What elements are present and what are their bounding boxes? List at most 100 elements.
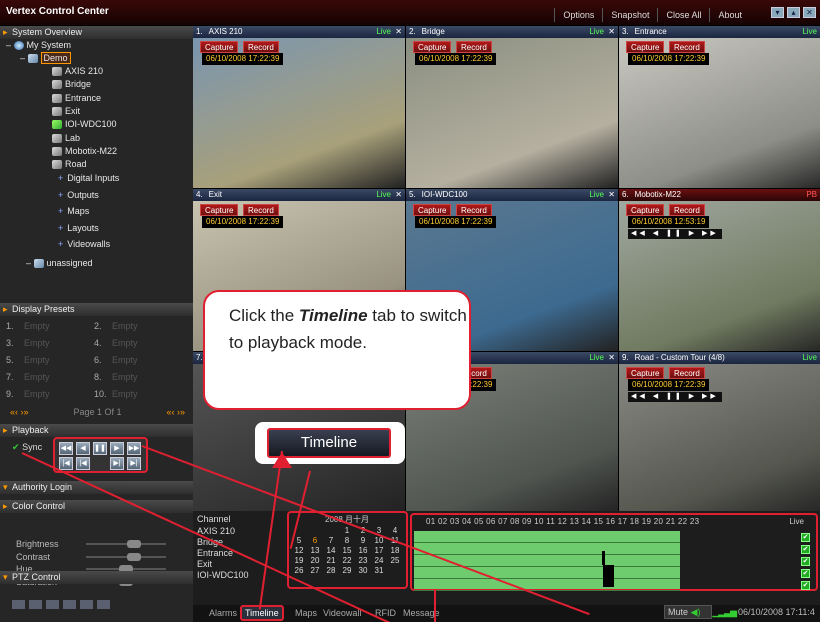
calendar-day[interactable]: 28 (323, 566, 339, 576)
live-checkbox[interactable]: ✔ (801, 557, 810, 566)
capture-button[interactable]: Capture (413, 204, 452, 216)
preset-slot[interactable]: Empty (24, 319, 94, 334)
preset-slot[interactable]: Empty (112, 319, 182, 334)
tree-camera[interactable]: Lab (52, 133, 80, 143)
tab-videowall[interactable]: Videowall (323, 608, 361, 618)
mute-button[interactable]: Mute ◀) (664, 605, 712, 619)
camera-tile[interactable]: 6.Mobotix-M22PB✕CaptureRecord06/10/2008 … (619, 189, 820, 351)
tree-node[interactable]: + Maps (58, 206, 89, 216)
recording-track[interactable] (414, 531, 680, 591)
calendar-day[interactable]: 6 (307, 536, 323, 546)
color-slider[interactable] (86, 565, 166, 573)
tree-node[interactable]: + Outputs (58, 190, 99, 200)
tree-group-demo[interactable]: – Demo (20, 52, 71, 64)
channel-name[interactable]: Exit (197, 559, 212, 569)
camera-tile[interactable]: 1. AXIS 210 Live ✕ Capture Record 06/10/2008 1… (193, 26, 405, 188)
live-checkbox[interactable]: ✔ (801, 533, 810, 542)
calendar-day[interactable]: 22 (339, 556, 355, 566)
next-page-icon[interactable]: «‹ ›» (166, 407, 185, 417)
tree-camera[interactable]: Mobotix-M22 (52, 146, 117, 156)
live-checkbox[interactable]: ✔ (801, 569, 810, 578)
calendar-day[interactable]: 12 (291, 546, 307, 556)
pause-icon[interactable]: ❚❚ (93, 442, 107, 455)
capture-button[interactable]: Capture (626, 204, 665, 216)
camera-tile[interactable]: 2. Bridge Live ✕ Capture Record 06/10/2008 17:… (406, 26, 618, 188)
tree-camera[interactable]: Road (52, 159, 87, 170)
tree-camera[interactable]: Exit (52, 106, 80, 117)
calendar-day[interactable]: 26 (291, 566, 307, 576)
calendar-day[interactable]: 14 (323, 546, 339, 556)
layout-4-icon[interactable] (29, 600, 42, 609)
tab-timeline[interactable]: Timeline (240, 605, 284, 621)
calendar-day[interactable]: 4 (387, 526, 403, 536)
close-icon[interactable]: ✕ (608, 352, 615, 364)
camera-tile[interactable]: 9.Road - Custom Tour (4/8)Live✕CaptureRe… (619, 352, 820, 514)
calendar-day[interactable]: 31 (371, 566, 387, 576)
close-icon[interactable]: ✕ (395, 26, 402, 38)
live-checkbox[interactable]: ✔ (801, 545, 810, 554)
next-frame-icon[interactable]: ▶| (110, 457, 124, 470)
display-presets-header[interactable]: ▸ Display Presets (0, 303, 193, 316)
camera-tile[interactable]: 3.EntranceLive✕CaptureRecord06/10/2008 1… (619, 26, 820, 188)
calendar-day[interactable]: 8 (339, 536, 355, 546)
calendar-day[interactable]: 19 (291, 556, 307, 566)
preset-slot[interactable]: Empty (24, 387, 94, 402)
restore-icon[interactable]: ▴ (787, 7, 800, 18)
tree-camera[interactable]: Entrance (52, 93, 101, 103)
skip-start-icon[interactable]: |◀ (59, 457, 73, 470)
calendar-day[interactable]: 15 (339, 546, 355, 556)
play-icon[interactable]: ▶ (110, 442, 124, 455)
calendar-day[interactable]: 13 (307, 546, 323, 556)
capture-button[interactable]: Capture (200, 41, 239, 53)
timeline-bars[interactable]: 01 02 03 04 05 06 07 08 09 10 11 12 13 1… (410, 513, 818, 591)
preset-slot[interactable]: Empty (112, 387, 182, 402)
calendar-day[interactable]: 23 (355, 556, 371, 566)
menu-snapshot[interactable]: Snapshot (602, 8, 657, 22)
playback-header[interactable]: ▸ Playback (0, 424, 193, 437)
record-button[interactable]: Record (669, 204, 705, 216)
tree-node[interactable]: + Videowalls (58, 239, 110, 249)
preset-slot[interactable]: Empty (24, 353, 94, 368)
minimize-icon[interactable]: ▾ (771, 7, 784, 18)
tree-root[interactable]: – My System (6, 40, 71, 51)
record-button[interactable]: Record (243, 41, 279, 53)
prev-page-icon[interactable]: «‹ ›» (10, 407, 29, 417)
calendar-day[interactable]: 1 (339, 526, 355, 536)
close-icon[interactable]: ✕ (395, 189, 402, 201)
close-icon[interactable]: ✕ (608, 189, 615, 201)
capture-button[interactable]: Capture (626, 367, 665, 379)
menu-options[interactable]: Options (554, 8, 602, 22)
calendar-day[interactable]: 25 (387, 556, 403, 566)
color-slider[interactable] (86, 552, 166, 561)
layout-1-icon[interactable] (12, 600, 25, 609)
layout-9-icon[interactable] (46, 600, 59, 609)
layout-custom-icon[interactable] (80, 600, 93, 609)
preset-slot[interactable]: Empty (24, 370, 94, 385)
calendar-day[interactable]: 7 (323, 536, 339, 546)
preset-slot[interactable]: Empty (112, 353, 182, 368)
calendar-day[interactable]: 21 (323, 556, 339, 566)
close-icon[interactable]: ✕ (803, 7, 816, 18)
calendar-day[interactable]: 16 (355, 546, 371, 556)
capture-button[interactable]: Capture (413, 41, 452, 53)
tree-camera[interactable]: AXIS 210 (52, 66, 103, 77)
calendar-day[interactable]: 9 (355, 536, 371, 546)
record-button[interactable]: Record (456, 41, 492, 53)
record-button[interactable]: Record (669, 41, 705, 53)
tab-alarms[interactable]: Alarms (209, 608, 237, 618)
menu-about[interactable]: About (709, 8, 750, 22)
calendar-day[interactable]: 24 (371, 556, 387, 566)
menu-close-all[interactable]: Close All (657, 8, 709, 22)
tree-camera[interactable]: IOI-WDC100 (52, 119, 117, 130)
tile-playback-controls[interactable]: ◀◀ ◀ ❚❚ ▶ ▶▶ (628, 229, 722, 239)
slider-knob[interactable] (127, 552, 141, 561)
preset-slot[interactable]: Empty (112, 370, 182, 385)
record-button[interactable]: Record (243, 204, 279, 216)
ptz-control-header[interactable]: ▾ PTZ Control (0, 571, 193, 584)
record-button[interactable]: Record (669, 367, 705, 379)
tree-node[interactable]: + Layouts (58, 223, 99, 233)
preset-slot[interactable]: Empty (24, 336, 94, 351)
color-slider[interactable] (86, 540, 166, 548)
tree-camera[interactable]: Bridge (52, 79, 91, 90)
record-button[interactable]: Record (456, 204, 492, 216)
